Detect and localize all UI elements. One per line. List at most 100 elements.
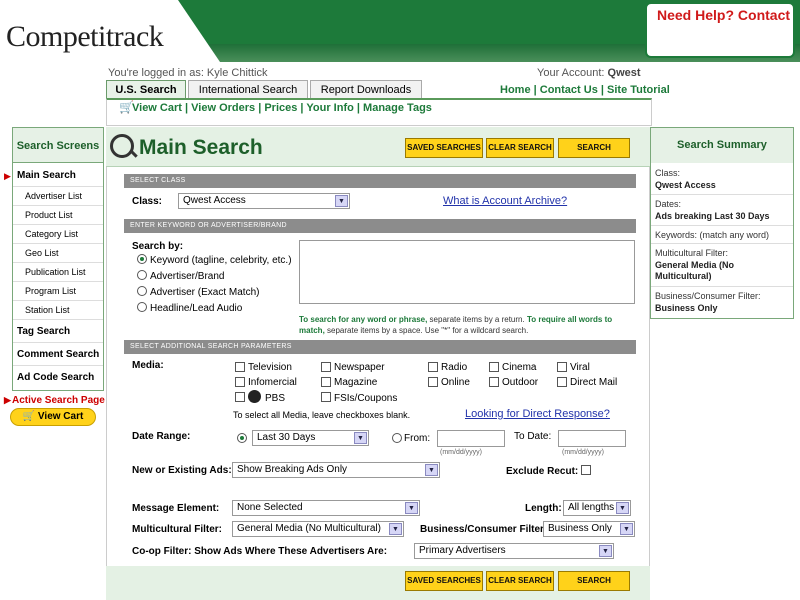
message-element-label: Message Element: [132,503,220,514]
nav-main-search[interactable]: Main Search [13,164,103,187]
nav-geo-list[interactable]: Geo List [13,244,103,263]
to-date-input[interactable] [558,430,626,447]
summary-divider [651,243,793,244]
keyword-help-text: To search for any word or phrase, separa… [299,314,639,336]
search-summary-title: Search Summary [651,128,793,163]
radio-keyword-label: Keyword (tagline, celebrity, etc.) [150,255,292,266]
media-outdoor-checkbox[interactable] [489,377,499,387]
media-online-checkbox[interactable] [428,377,438,387]
media-television-checkbox[interactable] [235,362,245,372]
radio-keyword[interactable] [137,254,147,264]
nav-publication-list[interactable]: Publication List [13,263,103,282]
new-existing-select[interactable]: Show Breaking Ads Only ▼ [232,462,440,478]
chevron-down-icon: ▼ [425,464,438,476]
account-label-text: Your Account: [537,67,605,79]
logged-in-label: You're logged in as: Kyle Chittick [108,67,268,79]
nav-tag-search[interactable]: Tag Search [13,320,103,343]
media-newspaper-label: Newspaper [334,362,385,373]
radio-advertiser-brand[interactable] [137,270,147,280]
tab-report-downloads[interactable]: Report Downloads [310,80,422,99]
summary-class-label: Class: [655,168,681,178]
radio-advertiser-exact-label: Advertiser (Exact Match) [150,287,260,298]
summary-divider [651,194,793,195]
radio-advertiser-exact[interactable] [137,286,147,296]
media-viral-checkbox[interactable] [557,362,567,372]
chevron-down-icon: ▼ [405,502,418,514]
media-radio-checkbox[interactable] [428,362,438,372]
nav-station-list[interactable]: Station List [13,301,103,320]
media-fsis-coupons-label: FSIs/Coupons [334,393,398,404]
chevron-down-icon: ▼ [599,545,612,557]
class-label: Class: [132,196,163,207]
length-select[interactable]: All lengths ▼ [563,500,631,516]
date-range-custom-radio[interactable] [392,433,402,443]
media-pbs-checkbox[interactable] [235,392,245,402]
media-newspaper-checkbox[interactable] [321,362,331,372]
params-header: SELECT ADDITIONAL SEARCH PARAMETERS [124,340,636,354]
message-element-select-value: None Selected [237,502,303,513]
nav-category-list[interactable]: Category List [13,225,103,244]
coop-filter-label: Co-op Filter: Show Ads Where These Adver… [132,546,388,557]
business-consumer-label: Business/Consumer Filter: [420,524,548,535]
business-consumer-select[interactable]: Business Only ▼ [543,521,635,537]
radio-advertiser-brand-label: Advertiser/Brand [150,271,225,282]
tab-us-search[interactable]: U.S. Search [106,80,186,99]
home-link[interactable]: Home [500,84,531,96]
nav-comment-search[interactable]: Comment Search [13,343,103,366]
top-links: Home | Contact Us | Site Tutorial [500,84,670,96]
saved-searches-button-bottom[interactable]: SAVED SEARCHES [405,571,483,591]
view-cart-button-label: View Cart [37,411,84,422]
prices-link[interactable]: Prices [264,102,297,114]
media-magazine-checkbox[interactable] [321,377,331,387]
pbs-logo-icon [248,390,261,403]
nav-advertiser-list[interactable]: Advertiser List [13,187,103,206]
clear-search-button-bottom[interactable]: CLEAR SEARCH [486,571,554,591]
summary-divider [651,225,793,226]
date-range-select[interactable]: Last 30 Days ▼ [252,430,369,446]
search-button-bottom[interactable]: SEARCH [558,571,630,591]
direct-response-link[interactable]: Looking for Direct Response? [465,408,610,420]
media-infomercial-checkbox[interactable] [235,377,245,387]
keyword-textarea[interactable] [299,240,635,304]
chevron-down-icon: ▼ [335,195,348,207]
tab-international-search[interactable]: International Search [188,80,308,99]
media-label: Media: [132,360,164,371]
your-info-link[interactable]: Your Info [306,102,353,114]
coop-filter-select[interactable]: Primary Advertisers ▼ [414,543,614,559]
active-search-page-link[interactable]: Active Search Page [12,395,105,406]
message-element-select[interactable]: None Selected ▼ [232,500,420,516]
nav-program-list[interactable]: Program List [13,282,103,301]
chevron-down-icon: ▼ [389,523,402,535]
radio-headline[interactable] [137,302,147,312]
view-cart-link[interactable]: View Cart [132,102,182,114]
media-direct-mail-checkbox[interactable] [557,377,567,387]
view-cart-button[interactable]: 🛒 View Cart [10,408,96,426]
logo[interactable]: Competitrack [6,20,164,54]
manage-tags-link[interactable]: Manage Tags [363,102,432,114]
media-fsis-coupons-checkbox[interactable] [321,392,331,402]
contact-us-link[interactable]: Contact Us [540,84,598,96]
new-existing-label: New or Existing Ads: [132,465,232,476]
nav-ad-code-search[interactable]: Ad Code Search [13,366,103,389]
search-button[interactable]: SEARCH [558,138,630,158]
media-cinema-checkbox[interactable] [489,362,499,372]
from-label: From: [404,433,431,444]
magnifier-icon [110,134,134,158]
exclude-recut-checkbox[interactable] [581,465,591,475]
account-archive-link[interactable]: What is Account Archive? [443,195,567,207]
site-tutorial-link[interactable]: Site Tutorial [607,84,670,96]
multicultural-select[interactable]: General Media (No Multicultural) ▼ [232,521,404,537]
from-date-input[interactable] [437,430,505,447]
saved-searches-button[interactable]: SAVED SEARCHES [405,138,483,158]
help-contact-link[interactable]: Need Help? Contact [657,7,790,23]
clear-search-button[interactable]: CLEAR SEARCH [486,138,554,158]
date-range-label: Date Range: [132,431,191,442]
cart-links: View Cart | View Orders | Prices | Your … [132,102,432,114]
multicultural-select-value: General Media (No Multicultural) [237,523,381,534]
length-label: Length: [525,503,562,514]
left-nav-title: Search Screens [12,127,104,163]
view-orders-link[interactable]: View Orders [191,102,255,114]
nav-product-list[interactable]: Product List [13,206,103,225]
date-range-preset-radio[interactable] [237,433,247,443]
class-select[interactable]: Qwest Access ▼ [178,193,350,209]
